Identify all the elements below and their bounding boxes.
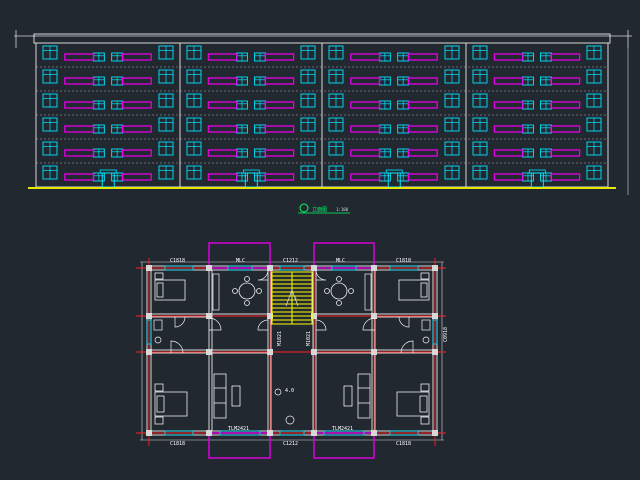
column-marker bbox=[206, 265, 212, 271]
window-label-living-left: TLM2421 bbox=[228, 426, 249, 432]
window-label-top-center: C1212 bbox=[283, 258, 298, 264]
column-marker bbox=[432, 430, 438, 436]
cad-drawing: 立面图 1:100 上 C1818 C1818 C1212 MLC MLC C1… bbox=[0, 0, 640, 480]
column-marker bbox=[371, 430, 377, 436]
window-label-balcony-left: MLC bbox=[236, 258, 245, 264]
window-label-top-right: C1818 bbox=[396, 258, 411, 264]
column-marker bbox=[432, 265, 438, 271]
column-marker bbox=[267, 349, 273, 355]
column-marker bbox=[267, 430, 273, 436]
window-label-balcony-right: MLC bbox=[336, 258, 345, 264]
column-marker bbox=[432, 349, 438, 355]
elevation-title-text: 立面图 bbox=[312, 206, 327, 213]
column-marker bbox=[146, 265, 152, 271]
stair-label: 上 bbox=[294, 295, 298, 301]
window-label-bottom-center: C1212 bbox=[283, 441, 298, 447]
column-marker bbox=[206, 349, 212, 355]
column-marker bbox=[432, 313, 438, 319]
hall-label: 4.0 bbox=[285, 388, 294, 394]
column-marker bbox=[146, 349, 152, 355]
column-marker bbox=[371, 265, 377, 271]
door-label-right: M1021 bbox=[306, 331, 312, 346]
column-marker bbox=[146, 313, 152, 319]
window-label-bottom-right: C1818 bbox=[396, 441, 411, 447]
column-marker bbox=[311, 430, 317, 436]
window-label-side-right: C0918 bbox=[443, 327, 449, 342]
window-label-bottom-left: C1818 bbox=[170, 441, 185, 447]
door-label-left: M1021 bbox=[277, 331, 283, 346]
elevation-scale-text: 1:100 bbox=[336, 207, 349, 212]
drawing-background bbox=[0, 0, 640, 480]
column-marker bbox=[371, 349, 377, 355]
window-label-top-left: C1818 bbox=[170, 258, 185, 264]
window-label-living-right: TLM2421 bbox=[332, 426, 353, 432]
column-marker bbox=[206, 430, 212, 436]
column-marker bbox=[311, 349, 317, 355]
column-marker bbox=[146, 430, 152, 436]
